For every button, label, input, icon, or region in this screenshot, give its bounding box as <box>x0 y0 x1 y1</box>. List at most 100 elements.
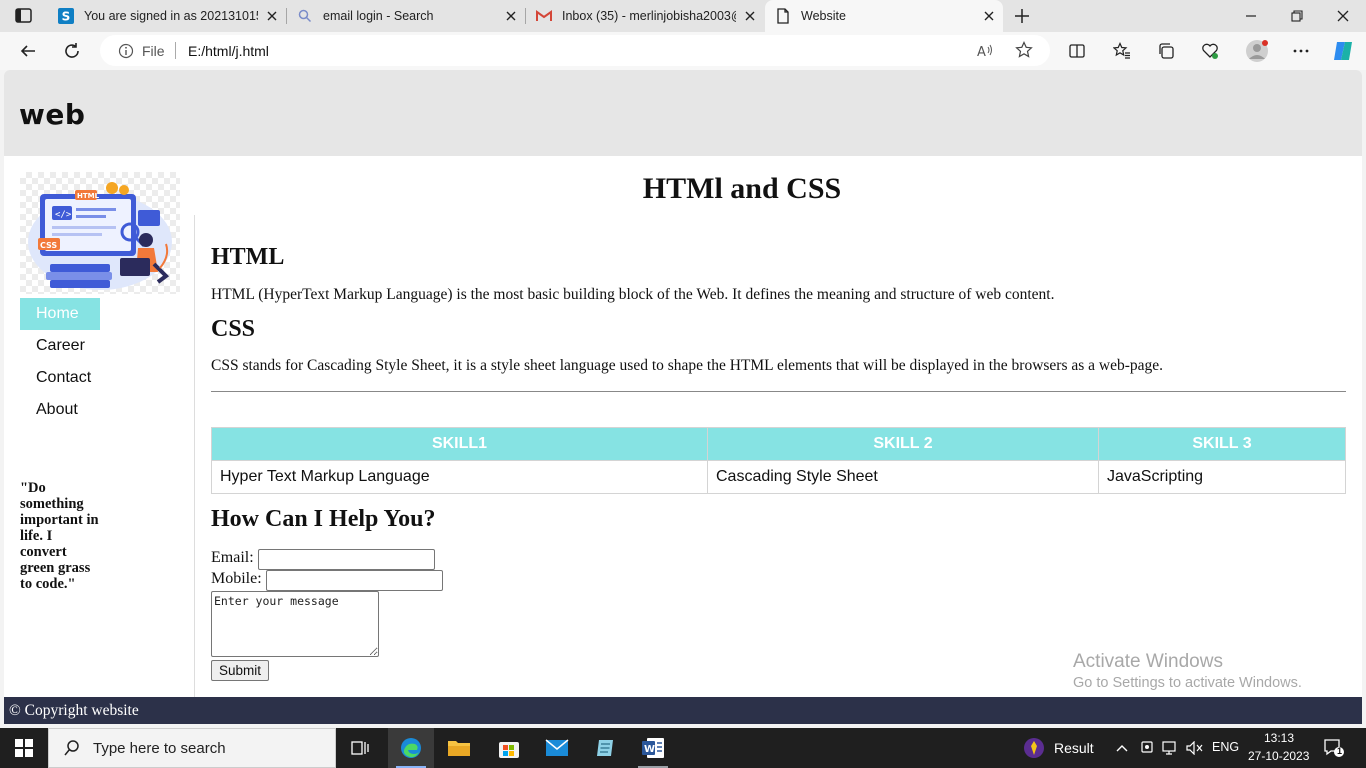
nav-home[interactable]: Home <box>20 298 100 330</box>
mobile-field[interactable] <box>266 570 443 591</box>
tab-signed-in[interactable]: S You are signed in as 2021310150 <box>48 0 287 32</box>
site-logo: web <box>19 98 86 131</box>
tab-actions-icon[interactable] <box>14 7 34 25</box>
favorite-star-icon[interactable] <box>1015 41 1033 59</box>
close-tab-icon[interactable] <box>742 8 758 24</box>
language-indicator[interactable]: ENG <box>1212 740 1239 754</box>
file-explorer-icon[interactable] <box>436 728 482 768</box>
notification-count: 1 <box>1337 746 1343 756</box>
email-field[interactable] <box>258 549 435 570</box>
address-bar[interactable]: File E:/html/j.html A <box>100 35 1050 66</box>
section-text-css: CSS stands for Cascading Style Sheet, it… <box>211 357 1164 374</box>
page-viewport: web </> HTML CSS Home Career Contact Abo… <box>4 70 1362 724</box>
form-heading: How Can I Help You? <box>211 506 436 532</box>
svg-text:HTML: HTML <box>77 192 100 200</box>
refresh-icon[interactable] <box>62 41 82 61</box>
notepad-app-icon[interactable] <box>582 728 628 768</box>
notifications-icon[interactable]: 1 <box>1318 728 1350 768</box>
table-header-cell: SKILL1 <box>211 427 708 461</box>
profile-avatar-icon[interactable] <box>1245 39 1269 63</box>
network-icon[interactable] <box>1160 728 1182 768</box>
site-footer: © Copyright website <box>4 697 1362 724</box>
svg-text:</>: </> <box>55 210 72 220</box>
tab-title: email login - Search <box>323 9 434 23</box>
table-row: Hyper Text Markup Language Cascading Sty… <box>211 460 1346 494</box>
sidebar-quote: "Do something important in life. I conve… <box>20 480 99 592</box>
email-label: Email: <box>211 549 254 566</box>
section-heading-html: HTML <box>211 244 285 270</box>
volume-muted-icon[interactable] <box>1184 728 1206 768</box>
result-app-icon[interactable] <box>1022 728 1046 768</box>
tab-title: You are signed in as 2021310150 <box>84 9 258 23</box>
site-header: web <box>4 70 1362 156</box>
browser-toolbar: File E:/html/j.html A <box>0 32 1366 70</box>
tab-email-search[interactable]: email login - Search <box>287 0 526 32</box>
tab-title: Website <box>801 9 846 23</box>
minimize-icon[interactable] <box>1243 8 1259 24</box>
split-screen-icon[interactable] <box>1067 41 1087 61</box>
word-icon[interactable]: W <box>630 728 676 768</box>
scheme-label: File <box>142 43 165 59</box>
mail-icon[interactable] <box>534 728 580 768</box>
copilot-icon[interactable] <box>1331 39 1355 63</box>
sidebar: </> HTML CSS Home Career Contact About "… <box>20 172 195 724</box>
result-label[interactable]: Result <box>1054 740 1094 756</box>
task-view-icon[interactable] <box>340 728 380 768</box>
submit-button[interactable]: Submit <box>211 660 269 681</box>
info-icon[interactable] <box>118 43 134 59</box>
table-header-row: SKILL1 SKILL 2 SKILL 3 <box>211 427 1346 461</box>
table-cell: Cascading Style Sheet <box>707 460 1099 494</box>
browser-essentials-icon[interactable] <box>1200 41 1220 61</box>
collections-icon[interactable] <box>1156 41 1176 61</box>
watermark-title: Activate Windows <box>1073 651 1223 672</box>
back-arrow-icon[interactable] <box>18 41 38 61</box>
tab-title: Inbox (35) - merlinjobisha2003@ <box>562 9 736 23</box>
nav-about[interactable]: About <box>20 394 100 426</box>
taskbar-search-placeholder: Type here to search <box>93 739 226 757</box>
edge-taskbar-icon[interactable] <box>388 728 434 768</box>
restore-icon[interactable] <box>1289 8 1305 24</box>
location-icon[interactable] <box>1138 728 1156 768</box>
horizontal-rule <box>211 391 1346 392</box>
svg-text:W: W <box>644 744 655 755</box>
activate-windows-watermark: Activate Windows Go to Settings to activ… <box>1073 651 1302 691</box>
mobile-label: Mobile: <box>211 570 262 587</box>
gmail-icon <box>536 8 552 24</box>
close-tab-icon[interactable] <box>981 8 997 24</box>
url-text[interactable]: E:/html/j.html <box>188 43 269 59</box>
read-aloud-icon[interactable]: A <box>976 42 994 60</box>
site-nav: Home Career Contact About <box>20 298 180 426</box>
chevron-up-icon[interactable] <box>1112 728 1132 768</box>
windows-taskbar: Type here to search W Result ENG 13:13 2… <box>0 728 1366 768</box>
close-tab-icon[interactable] <box>503 8 519 24</box>
message-textarea[interactable]: Enter your message <box>211 591 379 657</box>
document-icon <box>775 8 791 24</box>
page-title: HTMl and CSS <box>642 172 842 205</box>
tab-strip: S You are signed in as 2021310150 email … <box>0 0 1366 32</box>
start-windows-icon[interactable] <box>0 728 48 768</box>
new-tab-icon[interactable] <box>1012 6 1032 26</box>
tab-gmail-inbox[interactable]: Inbox (35) - merlinjobisha2003@ <box>526 0 764 32</box>
table-header-cell: SKILL 3 <box>1098 427 1346 461</box>
sharepoint-icon: S <box>58 8 74 24</box>
clock-time[interactable]: 13:13 <box>1264 731 1294 745</box>
close-tab-icon[interactable] <box>264 8 280 24</box>
taskbar-search-box[interactable]: Type here to search <box>48 728 336 768</box>
svg-text:CSS: CSS <box>40 241 57 250</box>
favorites-icon[interactable] <box>1112 41 1132 61</box>
address-separator <box>175 42 176 59</box>
skills-table: SKILL1 SKILL 2 SKILL 3 Hyper Text Markup… <box>211 427 1346 494</box>
watermark-subtitle: Go to Settings to activate Windows. <box>1073 675 1302 691</box>
nav-contact[interactable]: Contact <box>20 362 100 394</box>
microsoft-store-icon[interactable] <box>486 728 532 768</box>
section-heading-css: CSS <box>211 316 256 342</box>
more-options-icon[interactable] <box>1291 41 1311 61</box>
svg-text:A: A <box>977 45 986 60</box>
clock-date[interactable]: 27-10-2023 <box>1248 749 1309 763</box>
tab-website[interactable]: Website <box>765 0 1003 32</box>
search-icon <box>297 8 313 24</box>
close-window-icon[interactable] <box>1335 8 1351 24</box>
table-cell: Hyper Text Markup Language <box>211 460 708 494</box>
nav-career[interactable]: Career <box>20 330 100 362</box>
table-header-cell: SKILL 2 <box>707 427 1099 461</box>
